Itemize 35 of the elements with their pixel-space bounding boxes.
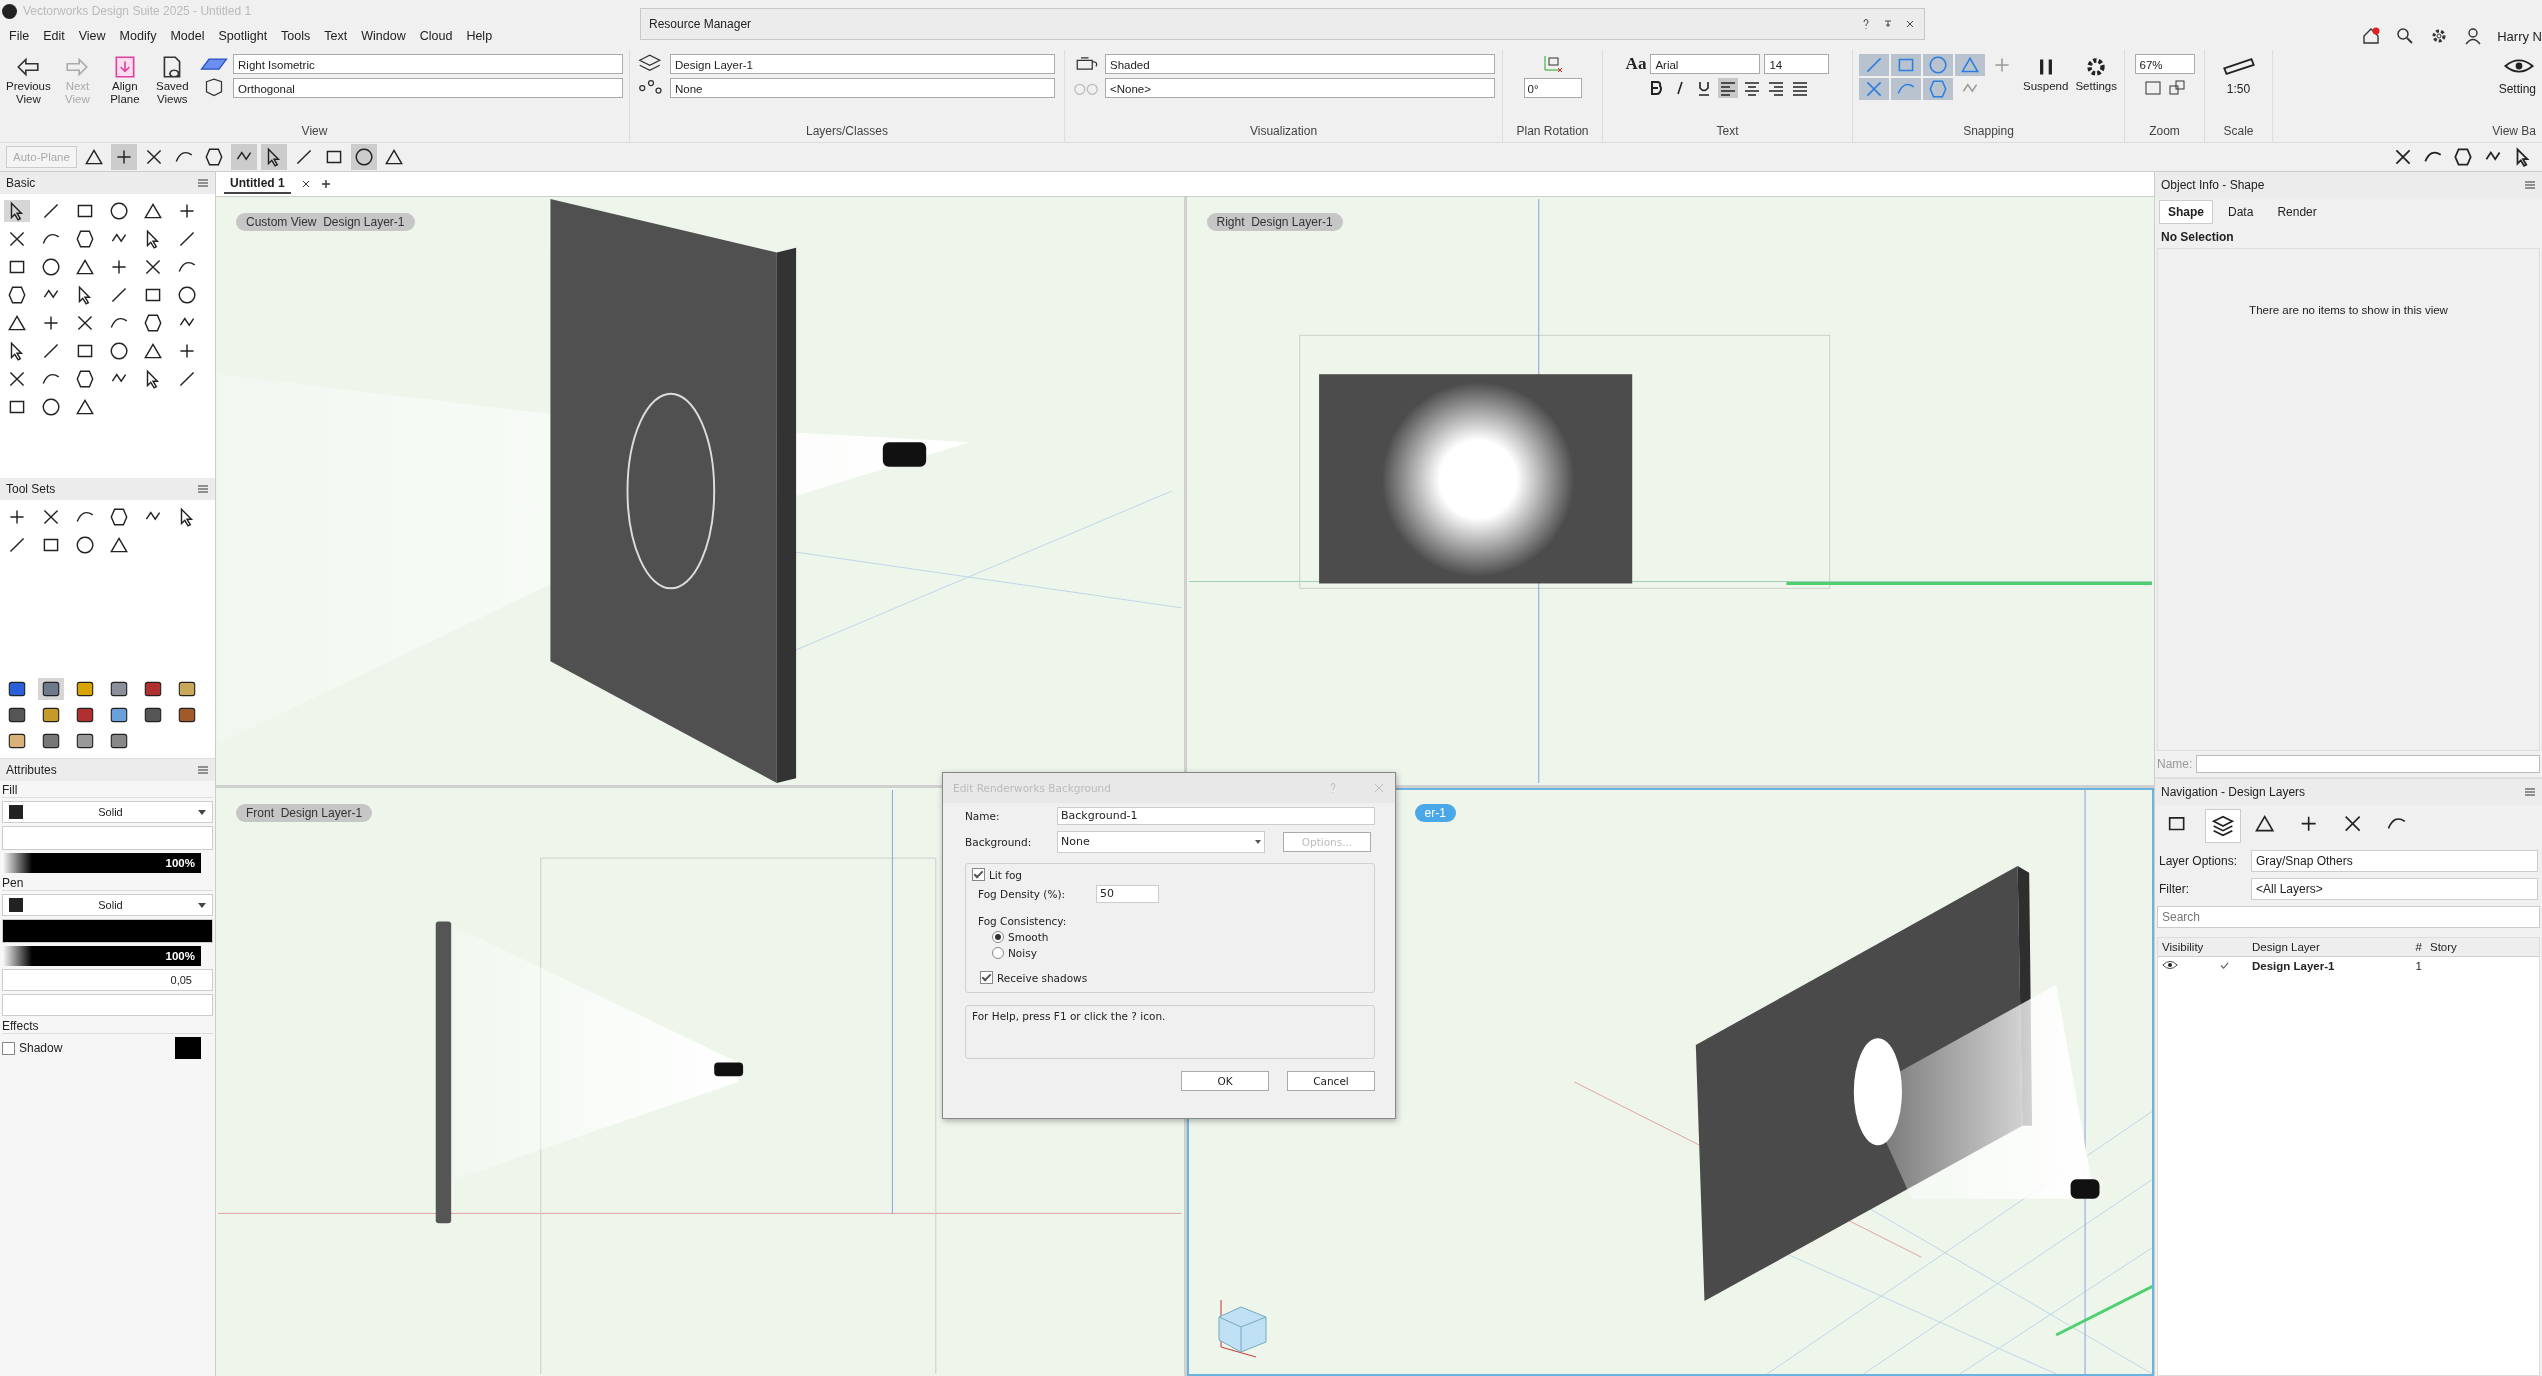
field-label: Layer Options: — [2159, 854, 2239, 868]
palette-title: Attributes — [6, 763, 57, 777]
field-label: Fog Density (%): — [978, 888, 1067, 900]
panel-title: Object Info - Shape — [2161, 178, 2265, 192]
user-name: Harry N — [2497, 28, 2542, 44]
group-label: Plan Rotation — [1515, 123, 1590, 140]
section-label: Fill — [2, 783, 213, 798]
checkbox-label: Lit fog — [989, 868, 1022, 881]
group-label: View Ba — [2492, 123, 2536, 140]
group-label: Zoom — [2148, 123, 2181, 140]
panel-title: Navigation - Design Layers — [2161, 785, 2306, 799]
group-label: View — [300, 123, 329, 140]
group-label: Visualization — [1248, 123, 1319, 140]
panel-title: Resource Manager — [649, 17, 752, 31]
group-label: Text — [1715, 123, 1740, 140]
field-label: Fog Consistency: — [978, 915, 1068, 927]
selection-status: No Selection — [2160, 229, 2235, 246]
section-label: Pen — [2, 876, 213, 891]
checkbox-label: Receive shadows — [997, 971, 1088, 984]
field-label: Name: — [965, 810, 1001, 822]
empty-message: There are no items to show in this view — [2249, 304, 2448, 318]
palette-title: Basic — [6, 176, 36, 190]
checkbox-label: Shadow — [19, 1041, 63, 1055]
palette-title: Tool Sets — [6, 482, 56, 496]
field-label: Background: — [965, 836, 1033, 848]
group-label: Layers/Classes — [805, 123, 889, 140]
section-label: Effects — [2, 1019, 213, 1034]
group-label: Snapping — [1962, 123, 2015, 140]
help-text: For Help, press F1 or click the ? icon. — [972, 1010, 1166, 1022]
radio-label: Smooth — [1008, 931, 1049, 943]
group-label: Scale — [2222, 123, 2255, 140]
field-label: Filter: — [2159, 882, 2190, 896]
table-cell-text: 1 — [2414, 960, 2423, 972]
radio-label: Noisy — [1008, 947, 1037, 959]
field-label: Name: — [2157, 757, 2193, 771]
